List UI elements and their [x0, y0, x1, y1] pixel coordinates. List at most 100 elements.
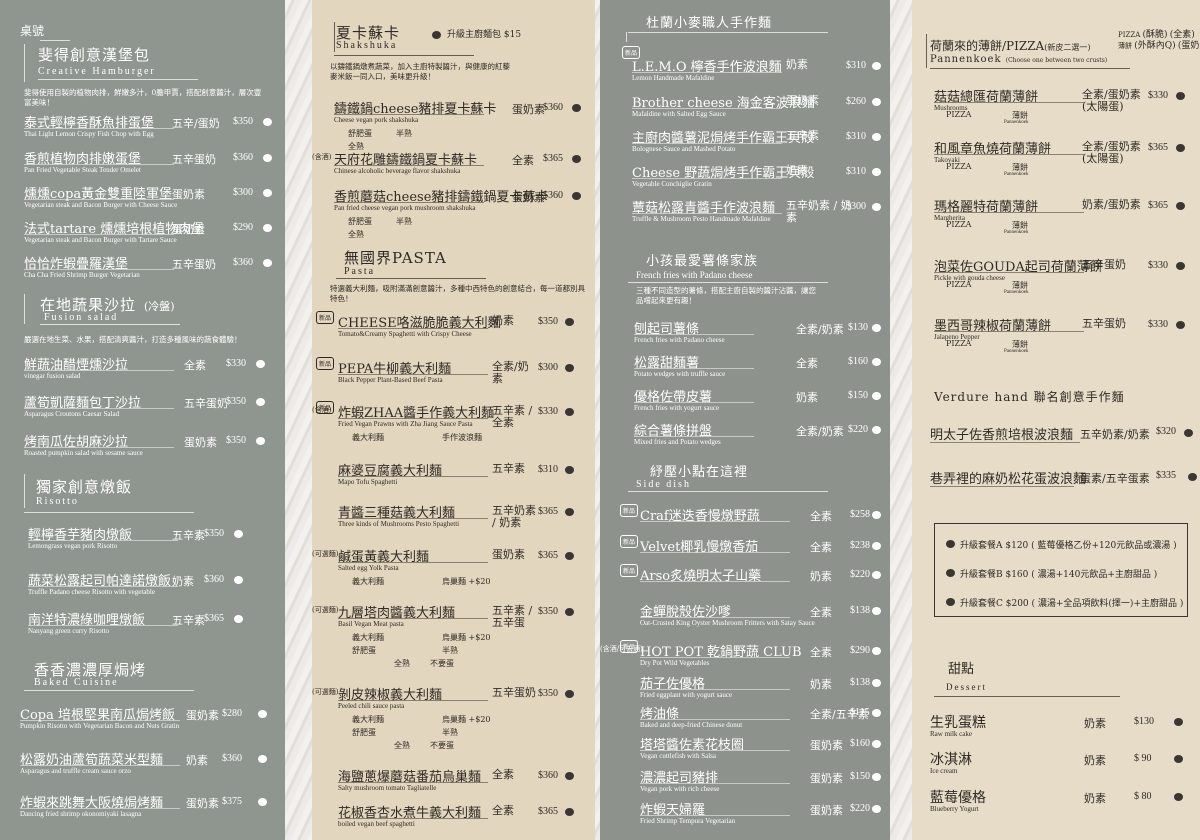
menu-item[interactable]: 主廚肉醬薯泥焗烤手作霸王貝殼 Bolognese Sauce and Mashed…	[600, 71, 890, 153]
menu-item[interactable]: 蕈菇松露青醬手作波浪麵 Truffle & Mushroom Pesto Hand…	[600, 141, 890, 224]
option-choice[interactable]: 半熟	[396, 216, 412, 227]
menu-item[interactable]: 剝皮辣椒義大利麵 (可選麵) Peeled chili sauce pasta 五辛蛋…	[312, 372, 595, 750]
menu-item[interactable]: 香煎蘑菇cheese豬排鑄鐵鍋夏卡蘇卡 Pan fried cheese vega…	[312, 88, 595, 239]
menu-item[interactable]: 炸蝦來跳舞大阪燒焗烤麵 Dancing fried shrimp okonomiy…	[0, 88, 285, 818]
diet-tag: 全素	[810, 510, 832, 523]
item-underline	[634, 436, 754, 437]
option-choice[interactable]: 烏巢麵 +$20	[442, 576, 491, 587]
menu-item[interactable]: 天府花雕鑄鐵鍋夏卡蘇卡 (含酒) Chinese alcoholic beverag…	[312, 51, 595, 175]
diet-tag: 五辛奶素/奶素	[1080, 428, 1150, 441]
option-choice[interactable]: 義大利麵	[352, 576, 384, 587]
menu-item[interactable]: 新品 Velvet椰乳慢燉香茄 全素 $238	[600, 31, 890, 555]
menu-item[interactable]: 松露甜麵薯 Potato wedges with truffle sauce 全素 $…	[600, 34, 890, 378]
menu-item[interactable]: Brother cheese 海金客波浪麵 Mafaldine with Salt…	[600, 36, 890, 118]
menu-item[interactable]: 綜合薯條拼盤 Mixed fries and Potato wedges 全素/奶素…	[600, 102, 890, 446]
item-underline	[930, 486, 1074, 487]
menu-item[interactable]: 香煎植物肉排嫩蛋堡 Pan Fried Vegetable Steak Tende…	[0, 36, 285, 174]
option-choice[interactable]: 舒肥蛋	[352, 727, 376, 738]
menu-item[interactable]: 濃濃起司豬排 Vegan pork with rich cheese 蛋奶素 $150	[600, 262, 890, 793]
menu-item[interactable]: 金蟬脫殼佐沙嗲 Oat-Crusted King Oyster Mushroom …	[600, 96, 890, 627]
price-dot	[256, 360, 265, 368]
item-price: $160	[850, 738, 870, 749]
menu-item[interactable]: PEPA牛柳義大利麵 Black Pepper Plant-Based Beef …	[312, 46, 595, 385]
price-dot	[258, 798, 267, 806]
item-english-name: Salty mushroom tomato Tagliatelle	[338, 784, 437, 792]
option-choice[interactable]: 不要蛋	[430, 658, 454, 669]
menu-item[interactable]: 茄子佐優格 Fried eggplant with yogurt sauce 奶素 $…	[600, 168, 890, 699]
menu-item[interactable]: 鹹蛋黃義大利麵 (可選麵) Salted egg Yolk Pasta 蛋奶素 $365…	[312, 234, 595, 586]
option-choice[interactable]: 舒肥蛋	[348, 216, 372, 227]
menu-item[interactable]: 花椒香杏水煮牛義大利麵 boiled vegan beef spaghetti 全素…	[312, 490, 595, 828]
section-bar	[24, 294, 25, 324]
menu-item[interactable]: CHEESE咯滋脆脆義大利麵 Tomato&Creamy Spaghetti wi…	[312, 0, 595, 338]
menu-item[interactable]: 瑪格麗特荷蘭薄餅 Margherita 奶素/蛋奶素 $365 PIZZA 薄餅 Panne…	[912, 110, 1200, 235]
option-choice[interactable]: 烏巢麵 +$20	[442, 632, 491, 643]
item-underline	[20, 808, 180, 809]
menu-item[interactable]: 炸蝦天婦羅 Fried Shrimp Tempura Vegetarian 蛋奶素 $…	[600, 294, 890, 825]
menu-item[interactable]: Cheese 野蔬焗烤手作霸王貝殼 Vegetable Conchiglie Gr…	[600, 106, 890, 188]
item-underline	[632, 213, 782, 214]
item-price: $360	[543, 102, 563, 113]
menu-item[interactable]: 南洋特濃綠咖哩燉飯 Nanyang green curry Risotto 五辛素 $…	[0, 85, 285, 635]
item-note: (含酒)	[312, 153, 332, 161]
menu-item[interactable]: 烤南瓜佐胡麻沙拉 Roasted pumpkin salad with sesam…	[0, 77, 285, 457]
diet-tag: 奶素	[1084, 717, 1106, 730]
price-dot	[872, 392, 881, 400]
option-choice[interactable]: 舒肥蛋	[348, 128, 372, 139]
option-choice[interactable]: 義大利麵	[352, 432, 384, 443]
menu-item[interactable]: 海鹽蔥爆蘑菇番茄烏巢麵 Salty mushroom tomato Tagliat…	[312, 454, 595, 792]
menu-item[interactable]: 泡菜佐GOUDA起司荷蘭薄餅 Pickle with gouda cheese 五辛…	[912, 170, 1200, 295]
menu-item[interactable]: 新品 HOT POT 乾鍋野蔬 CLUB (含酒/可去酒) Dry Pot Wild …	[600, 136, 890, 667]
option-choice[interactable]: 不要蛋	[430, 740, 454, 751]
option-choice[interactable]: 全熟	[394, 740, 410, 751]
option-choice[interactable]: 舒肥蛋	[352, 645, 376, 656]
menu-item[interactable]: 冰淇淋 Ice cream 奶素 $ 90	[912, 37, 1200, 775]
item-name: 明太子佐香煎培根波浪麵	[930, 428, 1074, 443]
item-price: $350	[226, 435, 246, 446]
menu-item[interactable]: 蘆筍凱薩麵包丁沙拉 Asparagus Croutons Caesar Salad…	[0, 38, 285, 418]
new-badge: 新品	[316, 311, 335, 324]
item-underline	[24, 408, 174, 409]
menu-item[interactable]: Copa 培根堅果南瓜焗烤飯 Pumpkin Risotto with Veget…	[0, 0, 285, 730]
item-underline	[934, 154, 1084, 155]
new-badge: 新品	[316, 357, 335, 370]
option-choice[interactable]: 烏巢麵 +$20	[442, 714, 491, 725]
item-english-name: Mixed fries and Potato wedges	[634, 438, 721, 446]
item-english-name: Mapo Tofu Spaghetti	[338, 478, 398, 486]
menu-item[interactable]: 藍莓優格 Blueberry Yogurt 奶素 $ 80	[912, 75, 1200, 813]
menu-item[interactable]: 墨西哥辣椒荷蘭薄餅 Jalapeno Pepper 五辛蛋奶 $330 PIZZA 薄餅 P…	[912, 229, 1200, 354]
menu-item[interactable]: 蔬菜松露起司帕達諾燉飯 Truffle Padano cheese Risotto…	[0, 46, 285, 596]
option-choice[interactable]: 半熟	[396, 128, 412, 139]
diet-tag: 全素/奶素	[492, 360, 529, 385]
item-name: 生乳蛋糕	[930, 715, 986, 731]
menu-item[interactable]: 新品 Arso炙燒明太子山藥 奶素 $220	[600, 60, 890, 584]
menu-item[interactable]: 松露奶油蘆筍蔬菜米型麵 Asparagus and truffle cream s…	[0, 45, 285, 775]
option-choice[interactable]: 全熟	[394, 658, 410, 669]
option-pannenkoek-en: Pannenkoek	[1004, 230, 1029, 235]
menu-item[interactable]: 新品 Craf迷迭香慢燉野蔬 全素 $258	[600, 0, 890, 524]
menu-item[interactable]: 法式tartare 燻燻培根植物肉堡 Vegetarian steak and B…	[0, 106, 285, 244]
menu-item[interactable]: 燻燻copa黃金雙重陸軍堡 Vegetarian steak and Bacon …	[0, 71, 285, 209]
menu-item[interactable]: 優格佐帶皮薯 French fries with yogurt sauce 奶素 $1…	[600, 68, 890, 412]
option-choice[interactable]: 半熟	[442, 727, 458, 738]
item-note: (可選麵)	[312, 688, 339, 696]
option-choice[interactable]: 半熟	[442, 645, 458, 656]
menu-item[interactable]: 九層塔肉醬義大利麵 (可選麵) Basil Vegan Meat pasta 五辛素 …	[312, 290, 595, 668]
item-english-name: Three kinds of Mushrooms Pesto Spaghetti	[338, 520, 460, 528]
option-choice[interactable]: 手作波浪麵	[442, 432, 482, 443]
menu-item[interactable]: 生乳蛋糕 Raw milk cake 奶素 $130	[912, 0, 1200, 738]
item-price: $365	[1148, 142, 1168, 153]
item-price: $300	[233, 187, 253, 198]
diet-tag: 全素	[810, 541, 832, 554]
menu-item[interactable]: 塔塔醬佐素花枝圈 Vegan cuttlefish with Salsa 蛋奶素 $1…	[600, 229, 890, 760]
menu-item[interactable]: 青醬三種菇義大利麵 Three kinds of Mushrooms Pesto …	[312, 190, 595, 529]
price-dot	[572, 155, 581, 163]
menu-item[interactable]: 烤油條 Baked and deep-fried Chinese donut 全素/…	[600, 198, 890, 729]
option-choice[interactable]: 義大利麵	[352, 632, 384, 643]
menu-item[interactable]: 麻婆豆腐義大利麵 Mapo Tofu Spaghetti 五辛素 $310	[312, 148, 595, 486]
menu-item[interactable]: 炸蝦ZHAA醬手作義大利麵 (含酒) Fried Vegan Prawns with…	[312, 90, 595, 442]
menu-item[interactable]: 恰恰炸蝦疊羅漢堡 Cha Cha Fried Shrimp Burger Vege…	[0, 141, 285, 279]
item-price: $150	[848, 390, 868, 401]
menu-item[interactable]: 和風章魚燒荷蘭薄餅 Takoyaki 全素/蛋奶素 (太陽蛋) $365 PIZZA 薄餅…	[912, 52, 1200, 177]
option-choice[interactable]: 義大利麵	[352, 714, 384, 725]
